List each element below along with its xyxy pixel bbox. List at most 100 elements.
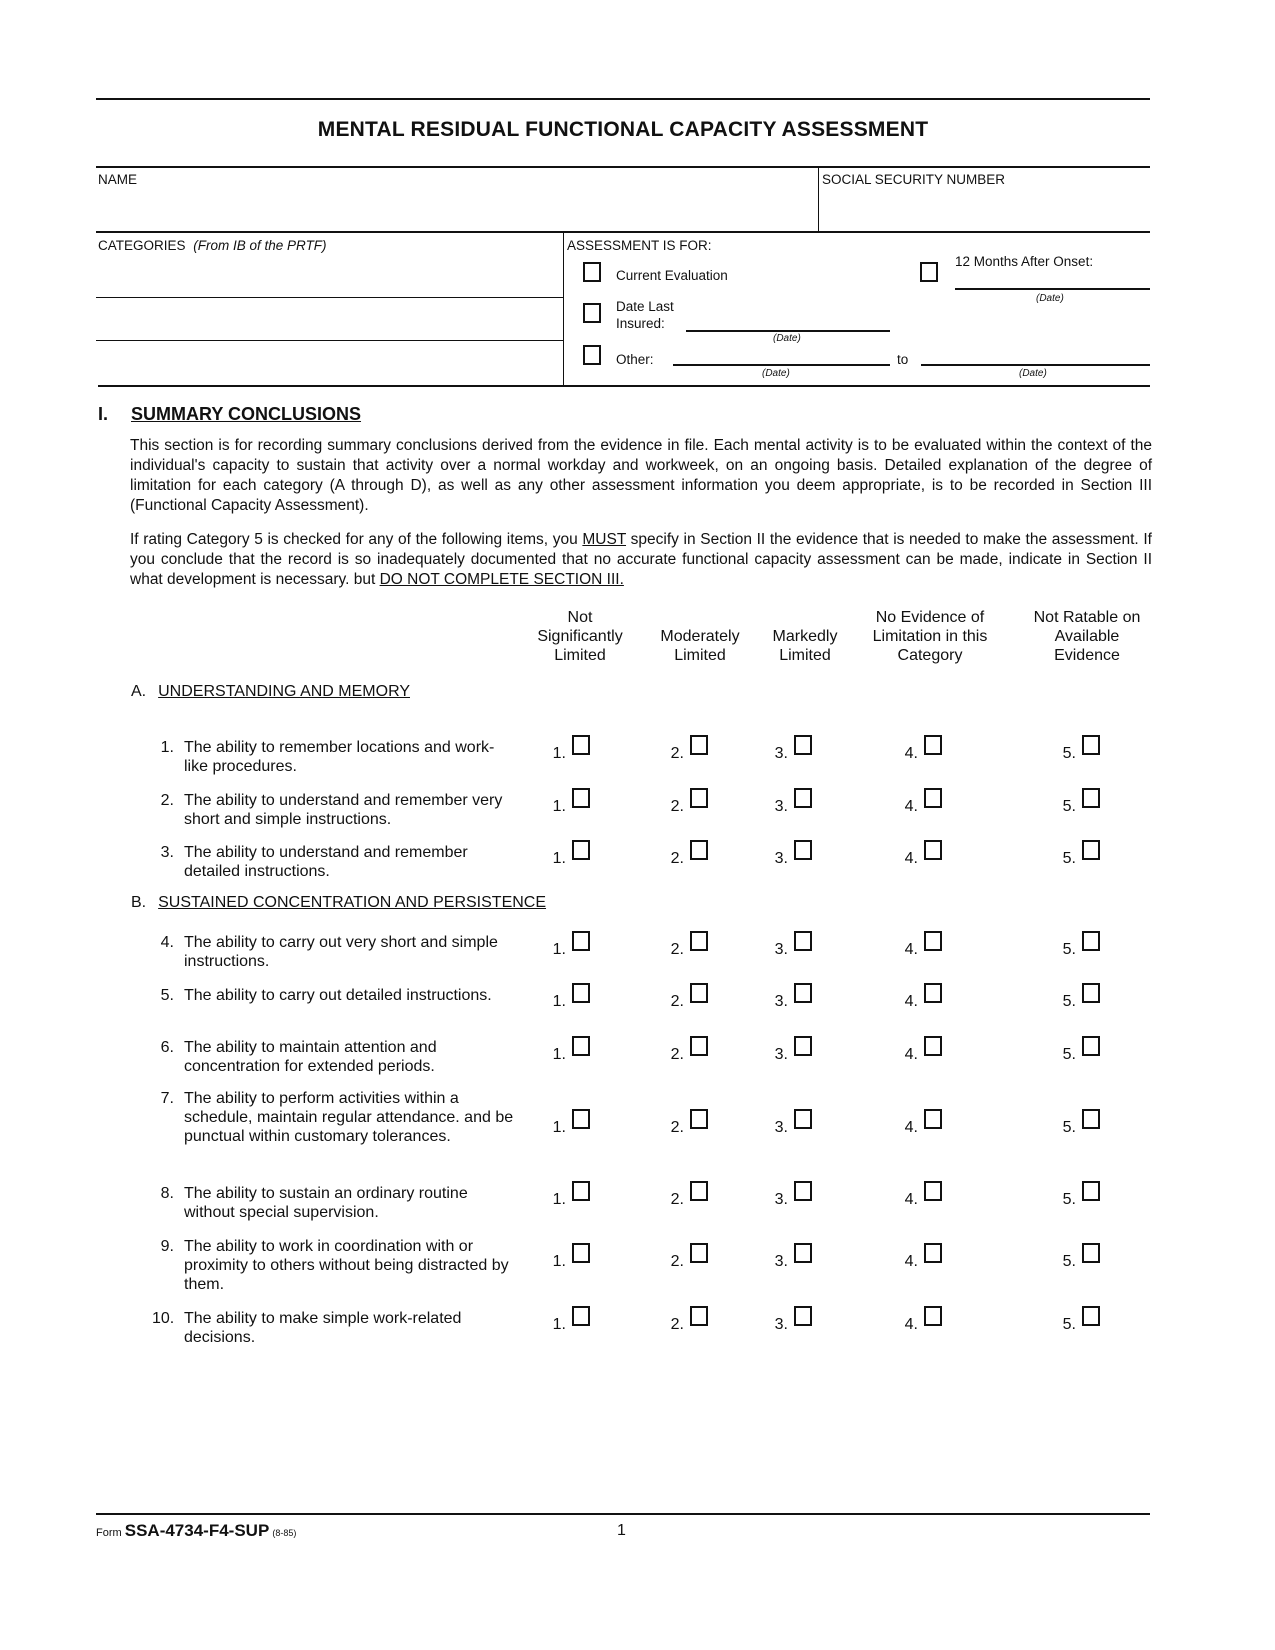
- rating-checkbox[interactable]: [572, 788, 590, 808]
- rating-checkbox[interactable]: [572, 1109, 590, 1129]
- rating-checkbox[interactable]: [924, 1036, 942, 1056]
- rating-option-number: 2.: [670, 941, 684, 958]
- rating-checkbox[interactable]: [794, 735, 812, 755]
- rating-checkbox[interactable]: [1082, 931, 1100, 951]
- rating-option-number: 2.: [670, 798, 684, 815]
- rating-checkbox[interactable]: [924, 1109, 942, 1129]
- rating-checkbox[interactable]: [572, 840, 590, 860]
- rating-option-number: 1.: [552, 850, 566, 867]
- para2-do-not-complete: DO NOT COMPLETE SECTION III.: [379, 571, 624, 588]
- rating-option-number: 2.: [670, 993, 684, 1010]
- rating-checkbox[interactable]: [690, 983, 708, 1003]
- rating-option-number: 1.: [552, 1046, 566, 1063]
- ssn-divider: [818, 166, 819, 232]
- rating-checkbox[interactable]: [572, 1036, 590, 1056]
- rating-option-number: 1.: [552, 1316, 566, 1333]
- name-field[interactable]: [96, 190, 814, 230]
- rating-option-number: 4.: [904, 1046, 918, 1063]
- form-identifier: Form SSA-4734-F4-SUP (8-85): [96, 1521, 296, 1541]
- item-text: The ability to carry out very short and …: [184, 934, 498, 970]
- rating-checkbox[interactable]: [572, 1243, 590, 1263]
- rating-checkbox[interactable]: [794, 1036, 812, 1056]
- rating-checkbox[interactable]: [794, 931, 812, 951]
- ssn-field[interactable]: [822, 190, 1148, 230]
- rating-checkbox[interactable]: [1082, 788, 1100, 808]
- categories-field-2[interactable]: [96, 300, 560, 338]
- rating-checkbox[interactable]: [794, 1306, 812, 1326]
- rating-checkbox[interactable]: [1082, 1306, 1100, 1326]
- rating-checkbox[interactable]: [690, 1036, 708, 1056]
- category-b-letter: B.: [131, 894, 147, 911]
- rating-checkbox[interactable]: [794, 1181, 812, 1201]
- twelve-months-label: 12 Months After Onset:: [955, 254, 1094, 269]
- rating-checkbox[interactable]: [924, 788, 942, 808]
- rating-checkbox[interactable]: [1082, 1109, 1100, 1129]
- current-evaluation-checkbox[interactable]: [583, 262, 601, 282]
- categories-note: (From IB of the PRTF): [193, 238, 327, 253]
- twelve-months-checkbox[interactable]: [920, 262, 938, 282]
- rating-checkbox[interactable]: [572, 1181, 590, 1201]
- other-label: Other:: [616, 352, 654, 367]
- column-header-line: Evidence: [1054, 647, 1120, 664]
- rating-option-number: 5.: [1062, 1191, 1076, 1208]
- column-header-line: Available: [1054, 628, 1120, 645]
- item-text: The ability to remember locations and wo…: [184, 739, 495, 775]
- rating-option-number: 4.: [904, 1316, 918, 1333]
- rating-option-number: 3.: [774, 850, 788, 867]
- form-prefix: Form: [96, 1527, 122, 1539]
- column-header-line: Not Ratable on: [1033, 609, 1141, 626]
- rating-option-number: 4.: [904, 1253, 918, 1270]
- date-last-insured-checkbox[interactable]: [583, 303, 601, 323]
- rating-checkbox[interactable]: [690, 788, 708, 808]
- form-date: (8-85): [272, 1528, 297, 1538]
- rating-checkbox[interactable]: [1082, 983, 1100, 1003]
- rating-checkbox[interactable]: [1082, 1181, 1100, 1201]
- categories-field-1[interactable]: [96, 256, 560, 296]
- rating-checkbox[interactable]: [1082, 1243, 1100, 1263]
- rating-checkbox[interactable]: [690, 735, 708, 755]
- rating-checkbox[interactable]: [690, 931, 708, 951]
- other-from-date-line[interactable]: [673, 364, 890, 366]
- rating-checkbox[interactable]: [1082, 735, 1100, 755]
- rating-checkbox[interactable]: [572, 735, 590, 755]
- categories-line-1: [96, 297, 563, 298]
- section-1-roman: I.: [98, 404, 109, 424]
- rating-checkbox[interactable]: [924, 983, 942, 1003]
- rating-checkbox[interactable]: [924, 1181, 942, 1201]
- rating-checkbox[interactable]: [690, 840, 708, 860]
- rating-checkbox[interactable]: [924, 735, 942, 755]
- rating-option-number: 3.: [774, 941, 788, 958]
- other-checkbox[interactable]: [583, 345, 601, 365]
- rating-checkbox[interactable]: [924, 931, 942, 951]
- rating-checkbox[interactable]: [794, 788, 812, 808]
- rating-checkbox[interactable]: [690, 1243, 708, 1263]
- rating-checkbox[interactable]: [690, 1181, 708, 1201]
- rating-checkbox[interactable]: [924, 1306, 942, 1326]
- rating-checkbox[interactable]: [572, 983, 590, 1003]
- rating-checkbox[interactable]: [794, 840, 812, 860]
- rating-checkbox[interactable]: [794, 1243, 812, 1263]
- rating-option-number: 3.: [774, 1046, 788, 1063]
- rating-checkbox[interactable]: [794, 983, 812, 1003]
- rating-checkbox[interactable]: [1082, 1036, 1100, 1056]
- rating-option-number: 2.: [670, 1046, 684, 1063]
- other-to-date-line[interactable]: [921, 364, 1150, 366]
- rating-checkbox[interactable]: [572, 931, 590, 951]
- categories-row-top-rule: [96, 231, 1150, 233]
- rating-checkbox[interactable]: [1082, 840, 1100, 860]
- rating-checkbox[interactable]: [690, 1306, 708, 1326]
- assessment-divider: [563, 232, 564, 386]
- item-number: 2.: [160, 792, 174, 809]
- rating-checkbox[interactable]: [572, 1306, 590, 1326]
- column-header-5: Not Ratable on Available Evidence: [1022, 608, 1152, 665]
- rating-checkbox[interactable]: [794, 1109, 812, 1129]
- categories-field-3[interactable]: [96, 343, 560, 383]
- rating-checkbox[interactable]: [924, 840, 942, 860]
- twelve-months-date-line[interactable]: [955, 288, 1150, 290]
- rating-option-number: 2.: [670, 1119, 684, 1136]
- date-last-insured-line[interactable]: [686, 330, 890, 332]
- top-rule: [96, 98, 1150, 100]
- rating-checkbox[interactable]: [924, 1243, 942, 1263]
- rating-option-number: 4.: [904, 798, 918, 815]
- rating-checkbox[interactable]: [690, 1109, 708, 1129]
